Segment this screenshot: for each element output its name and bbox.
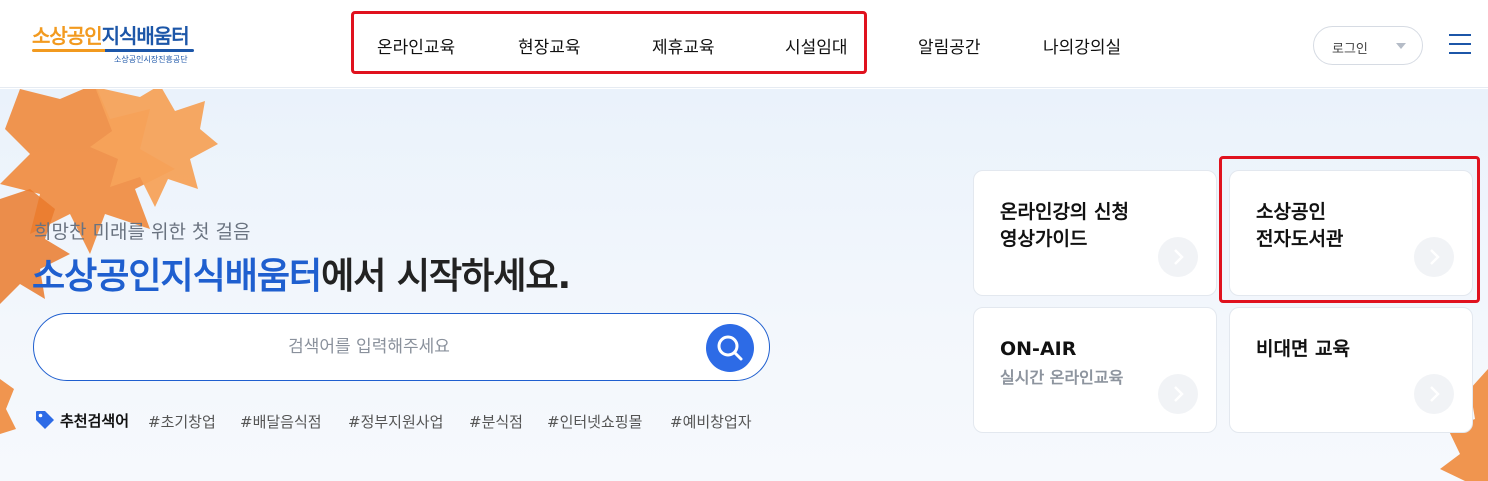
search-box xyxy=(33,313,770,381)
chevron-right-icon xyxy=(1414,237,1454,277)
nav-item-my-classroom[interactable]: 나의강의실 xyxy=(1043,33,1121,58)
card-remote-education[interactable]: 비대면 교육 xyxy=(1229,307,1473,433)
card-title: 온라인강의 신청 xyxy=(1000,201,1129,223)
keyword-tag[interactable]: #배달음식점 xyxy=(240,411,322,432)
nav-item-onsite-education[interactable]: 현장교육 xyxy=(518,33,581,58)
chevron-right-icon xyxy=(1158,374,1198,414)
keyword-tag[interactable]: #인터넷쇼핑몰 xyxy=(547,411,642,432)
card-online-course-guide[interactable]: 온라인강의 신청 영상가이드 xyxy=(973,170,1217,296)
card-title-line2: 영상가이드 xyxy=(1000,228,1088,250)
hero-title-rest: 에서 시작하세요. xyxy=(321,256,571,297)
chevron-right-icon xyxy=(1414,374,1454,414)
recommended-keywords-label: 추천검색어 xyxy=(60,412,130,430)
keyword-tag[interactable]: #예비창업자 xyxy=(670,411,752,432)
hero-section: 희망찬 미래를 위한 첫 걸음 소상공인지식배움터에서 시작하세요. 추천검색어… xyxy=(0,89,1488,481)
logo-subtitle: 소상공인시장진흥공단 xyxy=(114,55,188,64)
tag-icon xyxy=(36,411,54,429)
login-dropdown[interactable]: 로그인 xyxy=(1313,26,1423,65)
nav-item-online-education[interactable]: 온라인교육 xyxy=(377,33,455,58)
card-e-library[interactable]: 소상공인 전자도서관 xyxy=(1229,170,1473,296)
site-logo[interactable]: 소상공인지식배움터 소상공인시장진흥공단 xyxy=(32,24,202,68)
card-on-air[interactable]: ON-AIR 실시간 온라인교육 xyxy=(973,307,1217,433)
card-title: ON-AIR xyxy=(1000,338,1077,360)
chevron-right-icon xyxy=(1158,237,1198,277)
card-title-line2: 전자도서관 xyxy=(1256,228,1344,250)
search-input[interactable] xyxy=(64,334,674,360)
hero-title-highlight: 소상공인지식배움터 xyxy=(32,256,322,297)
logo-underline xyxy=(32,49,194,52)
chevron-down-icon xyxy=(1396,43,1406,49)
search-button[interactable] xyxy=(706,324,754,372)
nav-item-facility-rental[interactable]: 시설임대 xyxy=(785,33,848,58)
card-subtitle: 실시간 온라인교육 xyxy=(1000,368,1124,387)
search-icon xyxy=(717,335,743,361)
menu-icon[interactable] xyxy=(1449,34,1471,54)
hero-title: 소상공인지식배움터에서 시작하세요. xyxy=(32,247,571,299)
card-title: 비대면 교육 xyxy=(1256,338,1351,360)
hero-subtitle: 희망찬 미래를 위한 첫 걸음 xyxy=(34,221,251,243)
keyword-tag[interactable]: #초기창업 xyxy=(148,411,216,432)
keyword-tag[interactable]: #분식점 xyxy=(469,411,523,432)
keyword-tag[interactable]: #정부지원사업 xyxy=(348,411,443,432)
card-title: 소상공인 xyxy=(1256,201,1326,223)
nav-item-notices[interactable]: 알림공간 xyxy=(918,33,981,58)
logo-wordmark: 소상공인지식배움터 xyxy=(32,24,190,48)
login-label: 로그인 xyxy=(1332,42,1368,57)
nav-item-partner-education[interactable]: 제휴교육 xyxy=(652,33,715,58)
site-header: 소상공인지식배움터 소상공인시장진흥공단 온라인교육 현장교육 제휴교육 시설임… xyxy=(0,0,1488,88)
